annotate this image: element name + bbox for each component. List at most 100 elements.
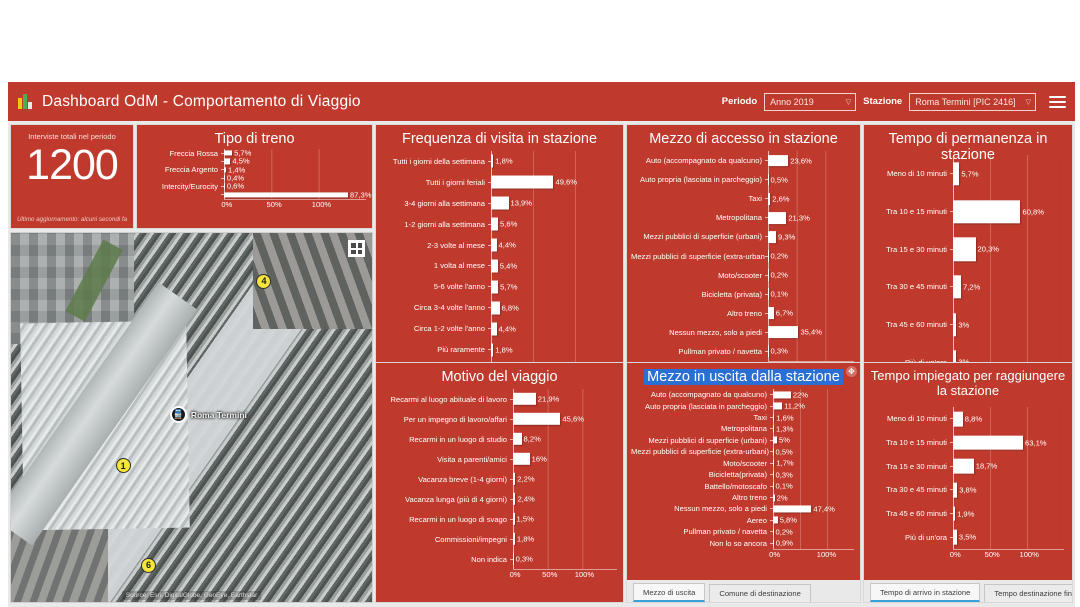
chart-panel-tipo-treno[interactable]: Tipo di treno Freccia Rossa 5,7% 4,5% Frecci…: [136, 124, 373, 229]
bar-row[interactable]: 2-3 volte al mese 4,4%: [380, 235, 617, 256]
bar-row[interactable]: Altro treno 2%: [631, 492, 854, 503]
tab-mezzo-di-uscita[interactable]: Mezzo di uscita: [633, 583, 706, 602]
bar-row[interactable]: Tutti i giorni feriali 49,6%: [380, 172, 617, 193]
bar[interactable]: [768, 211, 787, 224]
bar-row[interactable]: Mezzi pubblici di superficie (urbani) 5%: [631, 435, 854, 446]
bar[interactable]: [768, 326, 799, 339]
bar-row[interactable]: Circa 3-4 volte l'anno 6,8%: [380, 297, 617, 318]
tab-tempo-di-arrivo-in-stazione[interactable]: Tempo di arrivo in stazione: [870, 583, 981, 602]
bar[interactable]: [491, 301, 500, 315]
bar-row[interactable]: Recarmi in un luogo di svago 1,5%: [380, 509, 617, 529]
bar-row[interactable]: Metropolitana 21,3%: [631, 208, 854, 227]
bar-row[interactable]: Meno di 10 minuti 8,8%: [868, 407, 1064, 431]
bar-row[interactable]: Tra 45 e 60 minuti 1,9%: [868, 502, 1064, 526]
tab-comune-di-destinazione[interactable]: Comune di destinazione: [709, 584, 811, 602]
bar[interactable]: [491, 175, 554, 189]
bar-row[interactable]: Non lo so ancora 0,9%: [631, 537, 854, 548]
bar-row[interactable]: Recarmi al luogo abituale di lavoro 21,9%: [380, 389, 617, 409]
station-satellite-map[interactable]: 1 4 6 🚆 Roma Termini Source: Esri, Digit…: [10, 232, 373, 603]
bar[interactable]: [513, 432, 522, 446]
bar[interactable]: [953, 435, 1024, 450]
bar-row[interactable]: 1 volta al mese 5,4%: [380, 256, 617, 277]
bar-row[interactable]: Tutti i giorni della settimana 1,8%: [380, 151, 617, 172]
bar[interactable]: [224, 150, 233, 156]
bar-row[interactable]: Commissioni/impegni 1,8%: [380, 529, 617, 549]
bar[interactable]: [768, 231, 776, 243]
bar-row[interactable]: Auto propria (lasciata in parcheggio) 11,…: [631, 400, 854, 411]
chart-panel-mezzo-uscita[interactable]: Mezzo in uscita dalla stazione ✥ Auto (acc…: [626, 362, 861, 603]
bar[interactable]: [491, 259, 498, 273]
bar[interactable]: [953, 199, 1021, 224]
map-station-pin[interactable]: 🚆 Roma Termini: [169, 406, 247, 424]
bar-row[interactable]: Mezzi pubblici di superficie (extra-urba…: [631, 446, 854, 457]
bar-row[interactable]: Aereo 5,8%: [631, 515, 854, 526]
bar[interactable]: [773, 505, 812, 513]
bar-row[interactable]: Tra 10 e 15 minuti 60,8%: [868, 193, 1064, 231]
bar-row[interactable]: 1-2 giorni alla settimana 5,6%: [380, 214, 617, 235]
bar[interactable]: [953, 458, 974, 474]
bar-row[interactable]: Vacanza breve (1-4 giorni) 2,2%: [380, 469, 617, 489]
bar-row[interactable]: Pullman privato / navetta 0,2%: [631, 526, 854, 537]
bar-row[interactable]: Tra 30 e 45 minuti 3,8%: [868, 478, 1064, 502]
bar-row[interactable]: Metropolitana 1,3%: [631, 423, 854, 434]
bar[interactable]: [953, 275, 961, 299]
bar-row[interactable]: Meno di 10 minuti 5,7%: [868, 155, 1064, 193]
bar[interactable]: [513, 392, 536, 406]
bar[interactable]: [491, 280, 499, 294]
bar-row[interactable]: Più di un'ora 3,5%: [868, 525, 1064, 549]
bar[interactable]: [953, 411, 963, 427]
bar[interactable]: [953, 237, 976, 261]
bar-row[interactable]: Auto (accompagnato da qualcuno) 23,6%: [631, 151, 854, 170]
bar-row[interactable]: Mezzi pubblici di superficie (extra-urba…: [631, 246, 854, 265]
bar-row[interactable]: Recarmi in un luogo di studio 8,2%: [380, 429, 617, 449]
bar-row[interactable]: Tra 15 e 30 minuti 18,7%: [868, 454, 1064, 478]
map-marker[interactable]: 1: [115, 458, 131, 474]
stazione-slicer[interactable]: Roma Termini [PIC 2416] ▽: [909, 92, 1036, 111]
bar-row[interactable]: Taxi 2,6%: [631, 189, 854, 208]
periodo-slicer[interactable]: Anno 2019 ▽: [764, 92, 857, 111]
bar-row[interactable]: Moto/scooter 1,7%: [631, 458, 854, 469]
bar-row[interactable]: Circa 1-2 volte l'anno 4,4%: [380, 318, 617, 339]
bar-row[interactable]: Tra 10 e 15 minuti 63,1%: [868, 431, 1064, 455]
bar-row[interactable]: Più raramente 1,8%: [380, 339, 617, 360]
bar-row[interactable]: 5-6 volte l'anno 5,7%: [380, 276, 617, 297]
bar-row[interactable]: Auto (accompagnato da qualcuno) 22%: [631, 389, 854, 400]
map-canvas[interactable]: 1 4 6 🚆 Roma Termini Source: Esri, Digit…: [11, 233, 372, 602]
bar[interactable]: [491, 196, 509, 210]
bar-row[interactable]: 87,3%: [141, 190, 372, 199]
tab-tempo-destinazione-finale[interactable]: Tempo destinazione finale: [984, 584, 1072, 602]
bar[interactable]: [773, 402, 783, 410]
bar[interactable]: [513, 412, 561, 426]
bar-row[interactable]: Altro treno 6,7%: [631, 304, 854, 323]
bar-row[interactable]: Battello/motoscafo 0,1%: [631, 480, 854, 491]
chart-panel-tempo-raggiungere[interactable]: Tempo impiegato per raggiungere la stazi…: [863, 362, 1073, 603]
chart-panel-motivo-viaggio[interactable]: Motivo del viaggio Recarmi al luogo abitu…: [375, 362, 624, 603]
bar-row[interactable]: Intercity/Eurocity 0,6%: [141, 182, 366, 191]
map-marker[interactable]: 6: [140, 557, 156, 573]
bar-row[interactable]: Taxi 1,6%: [631, 412, 854, 423]
bar-row[interactable]: 3-4 giorni alla settimana 13,9%: [380, 193, 617, 214]
bar-row[interactable]: Bicicletta(privata) 0,3%: [631, 469, 854, 480]
bar-row[interactable]: Visita a parenti/amici 16%: [380, 449, 617, 469]
bar-row[interactable]: Tra 30 e 45 minuti 7,2%: [868, 268, 1064, 306]
map-marker[interactable]: 4: [256, 273, 272, 289]
bar[interactable]: [491, 217, 499, 231]
bar-row[interactable]: Pullman privato / navetta 0,3%: [631, 342, 854, 361]
panel-move-handle-icon[interactable]: ✥: [846, 366, 857, 377]
bar-row[interactable]: Bicicletta (privata) 0,1%: [631, 285, 854, 304]
bar-row[interactable]: Vacanza lunga (più di 4 giorni) 2,4%: [380, 489, 617, 509]
bar-row[interactable]: Freccia Rossa 5,7%: [141, 149, 366, 158]
hamburger-menu-icon[interactable]: [1049, 95, 1066, 108]
bar[interactable]: [513, 452, 530, 466]
bar[interactable]: [768, 154, 789, 167]
bar[interactable]: [773, 391, 791, 399]
bar-row[interactable]: Non indica 0,3%: [380, 549, 617, 569]
bar-row[interactable]: Nessun mezzo, solo a piedi 47,4%: [631, 503, 854, 514]
focus-mode-icon[interactable]: [348, 240, 365, 257]
bar[interactable]: [224, 192, 348, 198]
bar-row[interactable]: Nessun mezzo, solo a piedi 35,4%: [631, 323, 854, 342]
bar-row[interactable]: Auto propria (lasciata in parcheggio) 0,5…: [631, 170, 854, 189]
bar-row[interactable]: Moto/scooter 0,2%: [631, 266, 854, 285]
bar-row[interactable]: Tra 15 e 30 minuti 20,3%: [868, 230, 1064, 268]
bar-row[interactable]: Freccia Argento 1,4%: [141, 165, 366, 174]
